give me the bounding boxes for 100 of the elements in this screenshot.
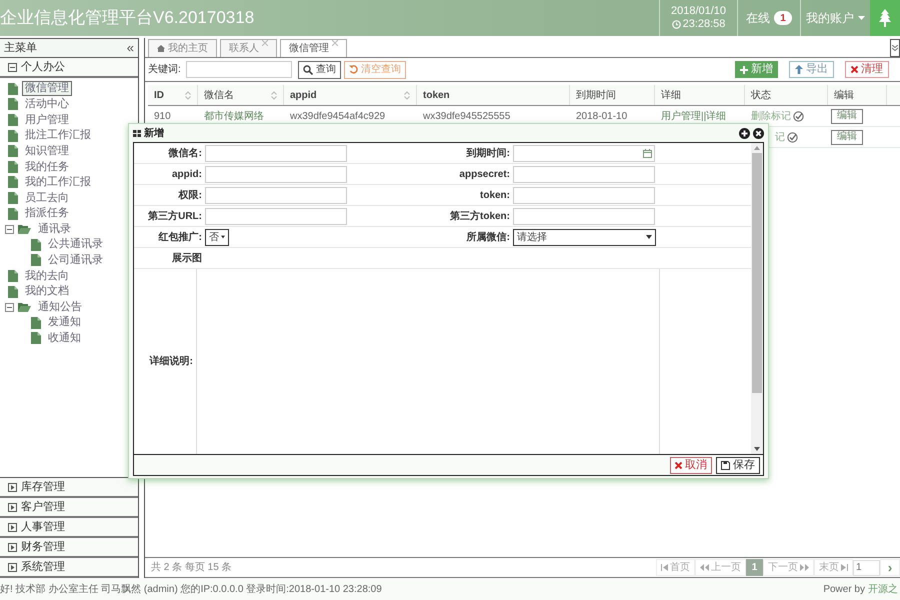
tree-item[interactable]: 用户管理	[22, 112, 72, 128]
accordion-header[interactable]: 系统管理	[0, 558, 138, 578]
tree-item[interactable]: 我的工作汇报	[22, 174, 94, 191]
text-input[interactable]	[513, 186, 655, 204]
keyword-input[interactable]	[186, 61, 292, 78]
down-caret-icon	[754, 447, 760, 451]
search-icon	[302, 64, 313, 74]
accordion-header[interactable]: 财务管理	[0, 538, 138, 558]
tree-item[interactable]: 通讯录	[35, 220, 74, 238]
tree-item[interactable]: 发通知	[45, 314, 84, 331]
column-header[interactable]: ID	[148, 85, 198, 105]
table-cell-text: wx39dfe945525555	[423, 110, 510, 124]
expand-icon	[8, 502, 17, 512]
check-badge-icon	[787, 132, 798, 142]
field-label: 微信名:	[167, 146, 203, 160]
tab[interactable]: 微信管理	[280, 39, 347, 57]
edit-button[interactable]: 编辑	[831, 130, 863, 144]
power-by-link[interactable]: 开源之	[868, 582, 898, 596]
tab[interactable]: 我的主页	[148, 39, 217, 57]
file-icon	[31, 238, 41, 251]
scrollbar-thumb[interactable]	[752, 153, 762, 393]
plus-icon	[740, 66, 748, 74]
column-header[interactable]: appid	[284, 85, 417, 105]
save-button[interactable]: 保存	[716, 456, 760, 474]
column-header[interactable]: 状态	[745, 85, 828, 105]
file-icon	[8, 286, 18, 298]
file-icon	[8, 160, 18, 173]
text-input[interactable]	[205, 208, 347, 224]
column-header[interactable]: token	[417, 85, 570, 105]
expand-icon	[8, 542, 17, 552]
tree-item[interactable]: 我的任务	[22, 158, 72, 176]
tree-item[interactable]: 批注工作汇报	[22, 127, 94, 144]
text-input[interactable]	[205, 186, 347, 204]
fast-forward-icon	[800, 564, 809, 571]
scrollbar[interactable]	[751, 143, 763, 454]
table-cell-text: 都市传媒网络	[204, 110, 264, 124]
column-header[interactable]: 到期时间	[570, 85, 655, 105]
sort-icon	[271, 90, 277, 100]
column-header[interactable]: 微信名	[198, 85, 284, 105]
column-header[interactable]: 详细	[655, 85, 745, 105]
tree-item[interactable]: 收通知	[45, 330, 84, 347]
page-input[interactable]: 1	[853, 560, 880, 576]
tree-icon	[878, 9, 892, 27]
check-badge-icon	[793, 110, 804, 122]
plus-circle-icon	[739, 128, 750, 138]
online-button[interactable]: 在线 1	[737, 0, 800, 36]
text-input[interactable]	[205, 144, 347, 162]
power-by-text: Power by	[823, 582, 865, 596]
status-text: 好! 技术部 办公室主任 司马飘然 (admin) 您的IP:0.0.0.0 登录时间:2018-01-10 23:28:09	[0, 582, 382, 596]
tree-item[interactable]: 微信管理	[22, 81, 72, 96]
tree-item[interactable]: 知识管理	[22, 142, 72, 160]
tab[interactable]: 联系人	[220, 39, 277, 57]
grid-icon	[133, 130, 141, 136]
detail-link[interactable]: 用户管理||详细	[661, 108, 726, 124]
field-label: 所属微信:	[466, 230, 511, 244]
text-input[interactable]	[513, 166, 655, 182]
accordion-header[interactable]: 个人办公	[0, 58, 138, 78]
file-icon	[8, 145, 18, 158]
date-input[interactable]	[513, 144, 655, 162]
tree-item[interactable]: 活动中心	[22, 96, 72, 113]
clock-icon	[672, 20, 681, 29]
field-label: 权限:	[177, 188, 203, 202]
accordion-header[interactable]: 库存管理	[0, 478, 138, 498]
tree-item[interactable]: 员工去向	[22, 190, 72, 206]
cancel-button[interactable]: 取消	[670, 456, 712, 474]
add-button[interactable]: 新增	[735, 61, 778, 78]
tree-item[interactable]: 指派任务	[22, 205, 72, 222]
search-button[interactable]: 查询	[298, 60, 341, 78]
collapse-button[interactable]: «	[126, 38, 134, 58]
text-input[interactable]	[513, 208, 655, 224]
file-icon	[31, 332, 41, 344]
tabs-scroll-button[interactable]	[890, 39, 900, 57]
file-icon	[31, 254, 41, 266]
close-circle-icon	[753, 128, 764, 138]
select-field[interactable]: 请选择	[513, 228, 656, 246]
date-text: 2018/01/10	[670, 5, 726, 18]
tree-item[interactable]: 通知公告	[35, 298, 85, 316]
export-button[interactable]: 导出	[789, 61, 834, 78]
tree-item[interactable]: 公共通讯录	[45, 236, 106, 253]
caret-icon	[646, 235, 652, 239]
dialog-title: 新增	[144, 126, 164, 140]
file-icon	[8, 270, 18, 282]
table-cell-text: 910	[154, 110, 171, 124]
open-folder-icon	[18, 224, 31, 234]
file-icon	[8, 114, 18, 126]
tree-item[interactable]: 我的文档	[22, 283, 72, 300]
go-button[interactable]: ›	[880, 559, 900, 576]
accordion-header[interactable]: 客户管理	[0, 498, 138, 518]
tree-item[interactable]: 我的去向	[22, 268, 72, 284]
field-label: appsecret:	[458, 168, 511, 182]
column-header[interactable]: 编辑	[828, 85, 887, 105]
file-icon	[8, 130, 18, 142]
x-icon	[675, 462, 682, 468]
tree-item[interactable]: 公司通讯录	[45, 252, 106, 269]
home-icon	[157, 45, 165, 52]
purge-button[interactable]: 清理	[845, 61, 889, 78]
edit-button[interactable]: 编辑	[831, 108, 863, 124]
accordion-header[interactable]: 人事管理	[0, 518, 138, 538]
text-input[interactable]	[205, 166, 347, 182]
select-field[interactable]: 否	[205, 228, 229, 246]
